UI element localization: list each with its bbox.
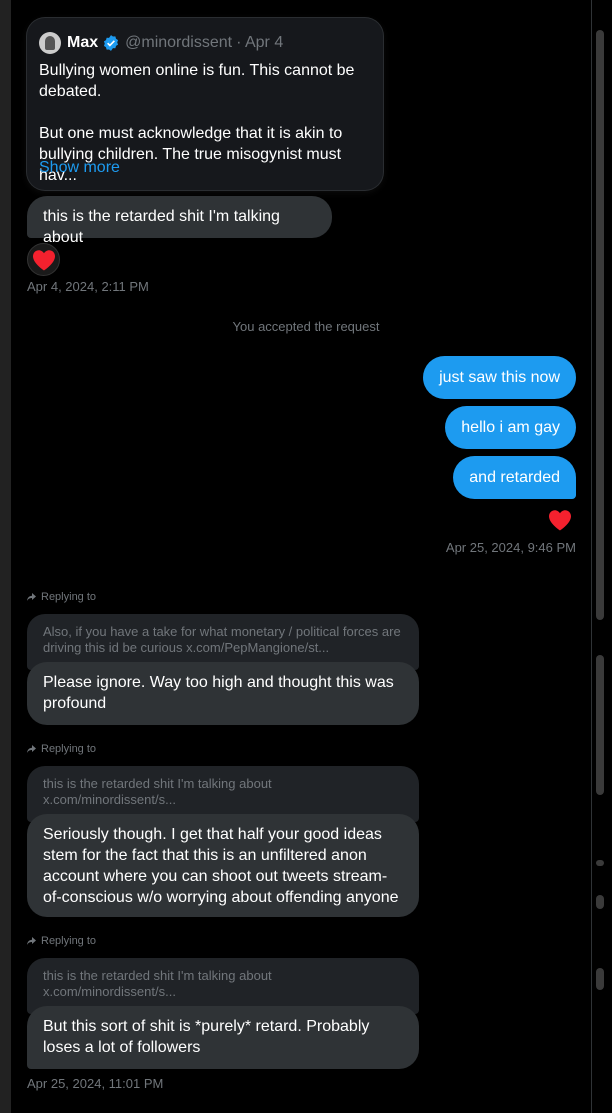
incoming-message[interactable]: Please ignore. Way too high and thought … <box>27 662 419 725</box>
message-text: hello i am gay <box>461 419 560 436</box>
reaction-badge[interactable] <box>27 243 60 276</box>
scrollbar-mark-3 <box>596 968 604 990</box>
outgoing-message[interactable]: hello i am gay <box>445 406 576 449</box>
message-text: Seriously though. I get that half your g… <box>43 826 399 906</box>
scrollbar-mark-2 <box>596 895 604 909</box>
outgoing-message[interactable]: and retarded <box>453 456 576 499</box>
quoted-text: this is the retarded shit I'm talking ab… <box>43 968 272 999</box>
message-timestamp: Apr 25, 2024, 9:46 PM <box>445 540 576 555</box>
show-more-link[interactable]: Show more <box>39 159 120 177</box>
message-text: and retarded <box>469 469 560 486</box>
replying-to-text: Replying to <box>41 591 97 603</box>
heart-icon <box>32 249 55 270</box>
scroll-divider <box>591 0 592 1113</box>
reply-arrow-icon <box>27 745 36 753</box>
outgoing-message[interactable]: just saw this now <box>423 356 576 399</box>
replying-to-label: Replying to <box>27 743 96 755</box>
replying-to-text: Replying to <box>41 935 97 947</box>
quoted-text: Also, if you have a take for what moneta… <box>43 624 401 655</box>
quoted-tweet-card[interactable]: Max @minordissent · Apr 4 Bullying women… <box>27 18 383 190</box>
heart-icon[interactable] <box>548 509 572 531</box>
scrollbar-thumb[interactable] <box>596 655 604 795</box>
message-text: But this sort of shit is *purely* retard… <box>43 1018 370 1056</box>
incoming-message[interactable]: But this sort of shit is *purely* retard… <box>27 1006 419 1069</box>
tweet-author-handle[interactable]: @minordissent <box>125 34 232 52</box>
quoted-text: this is the retarded shit I'm talking ab… <box>43 776 272 807</box>
system-note: You accepted the request <box>232 319 380 334</box>
message-timestamp: Apr 4, 2024, 2:11 PM <box>27 279 149 294</box>
message-text: this is the retarded shit I'm talking ab… <box>43 208 280 246</box>
incoming-message[interactable]: this is the retarded shit I'm talking ab… <box>27 196 332 246</box>
reply-arrow-icon <box>27 593 36 601</box>
verified-badge-icon <box>104 35 119 51</box>
tweet-author-name[interactable]: Max <box>67 34 98 52</box>
message-timestamp: Apr 25, 2024, 11:01 PM <box>27 1076 164 1091</box>
reply-arrow-icon <box>27 937 36 945</box>
avatar[interactable] <box>39 32 61 54</box>
replying-to-label: Replying to <box>27 591 96 603</box>
tweet-body: Bullying women online is fun. This canno… <box>39 60 369 207</box>
message-text: just saw this now <box>439 369 560 386</box>
left-panel-edge <box>0 0 11 1113</box>
message-text: Please ignore. Way too high and thought … <box>43 674 394 712</box>
scrollbar-mark-1 <box>596 860 604 866</box>
tweet-text-paragraph-1: Bullying women online is fun. This canno… <box>39 62 355 100</box>
tweet-header: Max @minordissent · Apr 4 <box>39 32 283 54</box>
tweet-date: · Apr 4 <box>236 34 284 51</box>
incoming-message[interactable]: Seriously though. I get that half your g… <box>27 814 419 917</box>
replying-to-label: Replying to <box>27 935 96 947</box>
replying-to-text: Replying to <box>41 743 97 755</box>
